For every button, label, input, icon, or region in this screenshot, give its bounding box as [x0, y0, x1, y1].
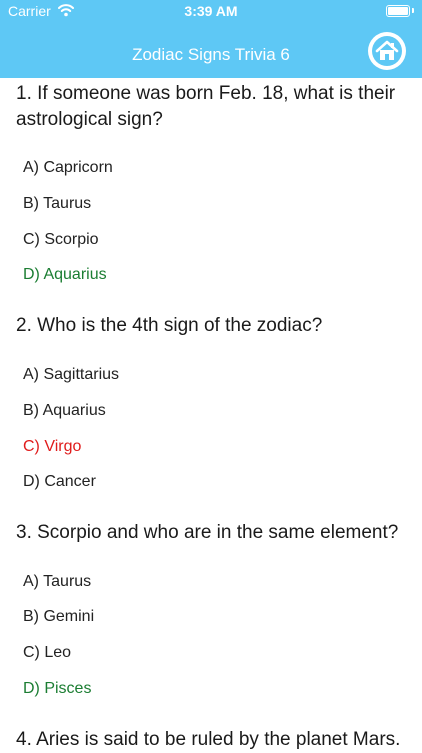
question-2-option-b[interactable]: B) Aquarius	[23, 402, 106, 420]
question-3-option-c[interactable]: C) Leo	[23, 644, 71, 662]
battery-icon	[386, 5, 410, 17]
battery-tip	[412, 8, 414, 13]
status-time: 3:39 AM	[184, 3, 238, 19]
question-3-text: 3. Scorpio and who are in the same eleme…	[16, 522, 399, 543]
question-2-option-c[interactable]: C) Virgo	[23, 438, 81, 456]
question-2-option-a[interactable]: A) Sagittarius	[23, 366, 119, 384]
question-1-option-a[interactable]: A) Capricorn	[23, 159, 113, 177]
status-bar: Carrier 3:39 AM	[0, 0, 422, 22]
question-2-text: 2. Who is the 4th sign of the zodiac?	[16, 315, 323, 336]
navigation-header: Carrier 3:39 AM Zodiac Signs Trivia 6	[0, 0, 422, 78]
page-title: Zodiac Signs Trivia 6	[132, 45, 290, 64]
question-3-option-a[interactable]: A) Taurus	[23, 573, 91, 591]
question-3-option-b[interactable]: B) Gemini	[23, 608, 94, 626]
home-icon	[372, 36, 402, 66]
question-1-text: 1. If someone was born Feb. 18, what is …	[16, 83, 396, 130]
question-1-option-d[interactable]: D) Aquarius	[23, 266, 107, 284]
question-2-option-d[interactable]: D) Cancer	[23, 473, 96, 491]
question-1-option-c[interactable]: C) Scorpio	[23, 231, 99, 249]
battery-level	[388, 7, 408, 15]
home-button[interactable]	[368, 32, 406, 70]
question-4-text: 4. Aries is said to be ruled by the plan…	[16, 729, 401, 750]
question-3-option-d[interactable]: D) Pisces	[23, 680, 91, 698]
question-1-option-b[interactable]: B) Taurus	[23, 195, 91, 213]
